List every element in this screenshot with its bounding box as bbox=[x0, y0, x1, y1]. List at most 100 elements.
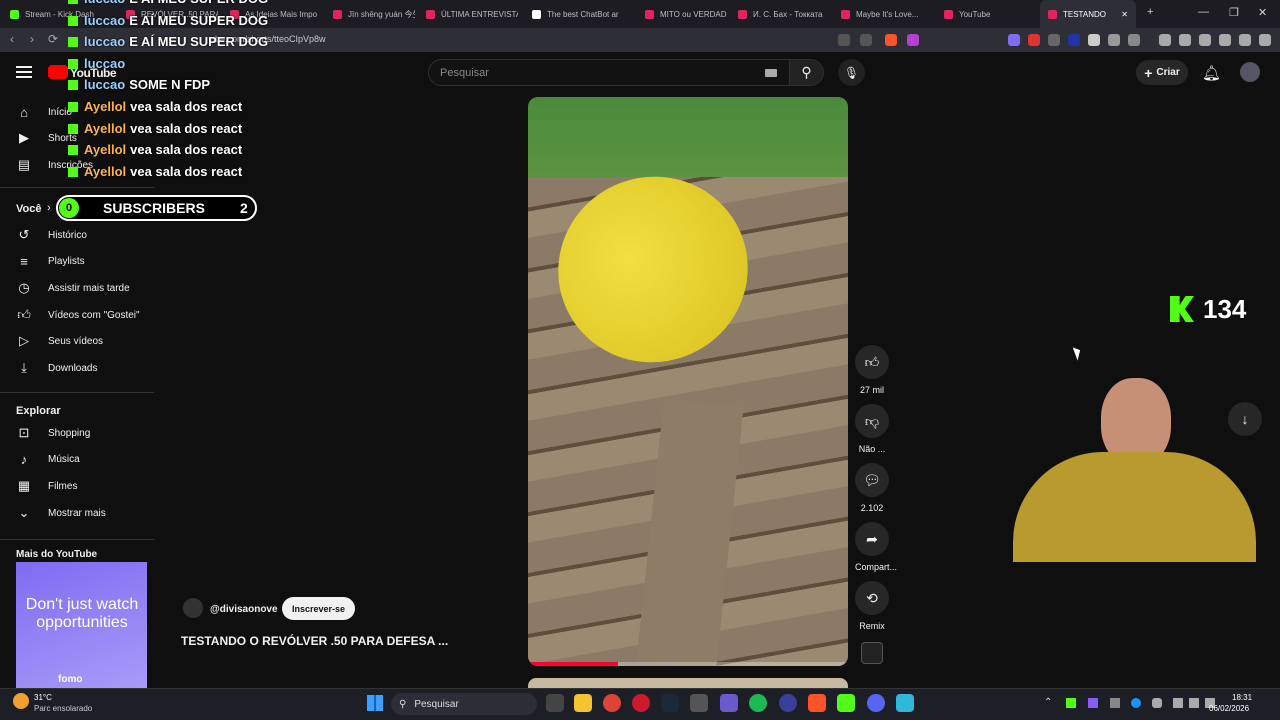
dislike-action[interactable]: 👎︎ Não ... bbox=[855, 404, 889, 454]
steam-icon[interactable] bbox=[661, 694, 679, 712]
close-window-button[interactable]: ✕ bbox=[1258, 6, 1267, 19]
reload-icon[interactable]: ⟳ bbox=[48, 32, 58, 46]
short-video-player[interactable] bbox=[528, 97, 848, 666]
share-icon[interactable]: ➦ bbox=[855, 522, 889, 556]
remix-icon[interactable]: ⟲ bbox=[855, 581, 889, 615]
network-icon[interactable] bbox=[1173, 698, 1183, 708]
media-icon[interactable] bbox=[1159, 34, 1171, 46]
comment-icon[interactable]: 💬︎ bbox=[855, 463, 889, 497]
brave-icon[interactable] bbox=[808, 694, 826, 712]
extensions-puzzle-icon[interactable] bbox=[1108, 34, 1120, 46]
sidebar-item[interactable]: ▦ Filmes bbox=[16, 473, 78, 499]
tab-close-icon[interactable]: ✕ bbox=[1121, 10, 1128, 19]
browser-tab[interactable]: TESTANDO ✕ bbox=[1040, 0, 1136, 28]
windows-start-icon[interactable] bbox=[367, 695, 383, 711]
clock-time[interactable]: 18:31 bbox=[1232, 693, 1252, 702]
discord-icon[interactable] bbox=[867, 694, 885, 712]
browser-tab[interactable]: YouTube bbox=[936, 0, 1036, 28]
file-explorer-icon[interactable] bbox=[574, 694, 592, 712]
short-title[interactable]: TESTANDO O REVÓLVER .50 PARA DEFESA ... bbox=[181, 634, 448, 648]
tray-app-icon[interactable] bbox=[1110, 698, 1120, 708]
task-view-icon[interactable] bbox=[546, 694, 564, 712]
browser-tab[interactable]: ÚLTIMA ENTREVISTA bbox=[418, 0, 518, 28]
brave-rewards-icon[interactable] bbox=[907, 34, 919, 46]
leo-icon[interactable] bbox=[1219, 34, 1231, 46]
extension-icon[interactable] bbox=[1068, 34, 1080, 46]
app-icon[interactable] bbox=[720, 694, 738, 712]
bluetooth-icon[interactable] bbox=[1131, 698, 1141, 708]
wallet-icon[interactable] bbox=[1199, 34, 1211, 46]
app-icon[interactable] bbox=[690, 694, 708, 712]
browser-tab[interactable]: MITO ou VERDADE bbox=[637, 0, 727, 28]
hamburger-menu-icon[interactable] bbox=[16, 66, 32, 78]
taskbar-search[interactable]: ⚲ Pesquisar bbox=[391, 693, 537, 715]
sidebar-header-you[interactable]: Você bbox=[16, 203, 41, 215]
notepad-icon[interactable] bbox=[896, 694, 914, 712]
extension-icon[interactable] bbox=[1028, 34, 1040, 46]
sidebar-icon[interactable] bbox=[1179, 34, 1191, 46]
weather-temp[interactable]: 31°C bbox=[34, 693, 52, 702]
weather-desc[interactable]: Parc ensolarado bbox=[34, 704, 92, 713]
cast-icon[interactable] bbox=[838, 34, 850, 46]
notifications-bell-icon[interactable]: 🔔︎ bbox=[1202, 64, 1221, 82]
extension-icon[interactable] bbox=[1088, 34, 1100, 46]
progress-track[interactable] bbox=[528, 662, 848, 666]
share-action[interactable]: ➦ Compart... bbox=[855, 522, 897, 572]
share-page-icon[interactable] bbox=[860, 34, 872, 46]
tray-app-icon[interactable] bbox=[1088, 698, 1098, 708]
sidebar-item[interactable]: ⤓ Downloads bbox=[16, 355, 97, 381]
browser-tab[interactable]: The best ChatBot ar bbox=[524, 0, 632, 28]
new-tab-button[interactable]: + bbox=[1147, 6, 1153, 18]
sidebar-item[interactable]: ◷ Assistir mais tarde bbox=[16, 275, 129, 301]
remix-action[interactable]: ⟲ Remix bbox=[855, 581, 889, 631]
channel-thumbnail[interactable] bbox=[861, 642, 883, 664]
browser-tab[interactable]: И. С. Бах - Токката bbox=[730, 0, 830, 28]
opera-icon[interactable] bbox=[632, 694, 650, 712]
restore-button[interactable]: ❐ bbox=[1229, 6, 1239, 19]
channel-name[interactable]: @divisaonove bbox=[210, 604, 278, 615]
sidebar-item[interactable]: ↺ Histórico bbox=[16, 222, 87, 248]
forward-icon[interactable]: › bbox=[30, 32, 34, 46]
microphone-tray-icon[interactable] bbox=[1152, 698, 1162, 708]
chrome-icon[interactable] bbox=[603, 694, 621, 712]
extension-icon[interactable] bbox=[1048, 34, 1060, 46]
sidebar-item[interactable]: ⌄ Mostrar mais bbox=[16, 500, 106, 526]
browser-tab[interactable]: Jīn shēng yuán 今生 bbox=[325, 0, 415, 28]
sidebar-item[interactable]: ▷ Seus vídeos bbox=[16, 328, 103, 354]
thumbs-up-icon[interactable]: 👍︎ bbox=[855, 345, 889, 379]
voice-search-button[interactable]: 🎙 bbox=[838, 59, 865, 86]
channel-avatar[interactable] bbox=[183, 598, 203, 618]
chevron-right-icon[interactable]: › bbox=[47, 202, 51, 214]
app-icon[interactable] bbox=[779, 694, 797, 712]
sidebar-item[interactable]: ♪ Música bbox=[16, 446, 80, 472]
screenshot-icon[interactable] bbox=[1128, 34, 1140, 46]
avatar[interactable] bbox=[1240, 62, 1260, 82]
tray-chevron-up-icon[interactable]: ⌃ bbox=[1044, 697, 1052, 708]
next-short-preview[interactable] bbox=[528, 678, 848, 688]
search-button[interactable]: ⚲ bbox=[789, 59, 824, 86]
vpn-icon[interactable] bbox=[1239, 34, 1251, 46]
volume-icon[interactable] bbox=[1189, 698, 1199, 708]
keyboard-icon[interactable] bbox=[765, 69, 777, 77]
tray-app-icon[interactable] bbox=[1066, 698, 1076, 708]
menu-icon[interactable] bbox=[1259, 34, 1271, 46]
thumbs-down-icon[interactable]: 👎︎ bbox=[855, 404, 889, 438]
spotify-icon[interactable] bbox=[749, 694, 767, 712]
create-button[interactable]: + Criar bbox=[1136, 60, 1188, 85]
brave-shield-icon[interactable] bbox=[885, 34, 897, 46]
clock-date[interactable]: 06/02/2026 bbox=[1209, 704, 1249, 713]
browser-tab[interactable]: Maybe It's Love... bbox=[833, 0, 933, 28]
sidebar-item[interactable]: 👍︎ Vídeos com "Gostei" bbox=[16, 302, 139, 328]
sidebar-item[interactable]: ⊡ Shopping bbox=[16, 420, 91, 446]
next-short-button[interactable]: ↓ bbox=[1228, 402, 1262, 436]
comments-action[interactable]: 💬︎ 2.102 bbox=[855, 463, 889, 513]
kick-app-icon[interactable] bbox=[837, 694, 855, 712]
weather-icon[interactable] bbox=[13, 693, 29, 709]
minimize-button[interactable]: — bbox=[1198, 6, 1209, 18]
extension-icon[interactable] bbox=[1008, 34, 1020, 46]
subscribe-button[interactable]: Inscrever-se bbox=[282, 597, 355, 620]
sidebar-item[interactable]: ≡ Playlists bbox=[16, 248, 84, 274]
sidebar-item[interactable]: ⌂ Início bbox=[16, 99, 72, 125]
like-action[interactable]: 👍︎ 27 mil bbox=[855, 345, 889, 395]
search-input[interactable]: Pesquisar bbox=[428, 59, 790, 86]
